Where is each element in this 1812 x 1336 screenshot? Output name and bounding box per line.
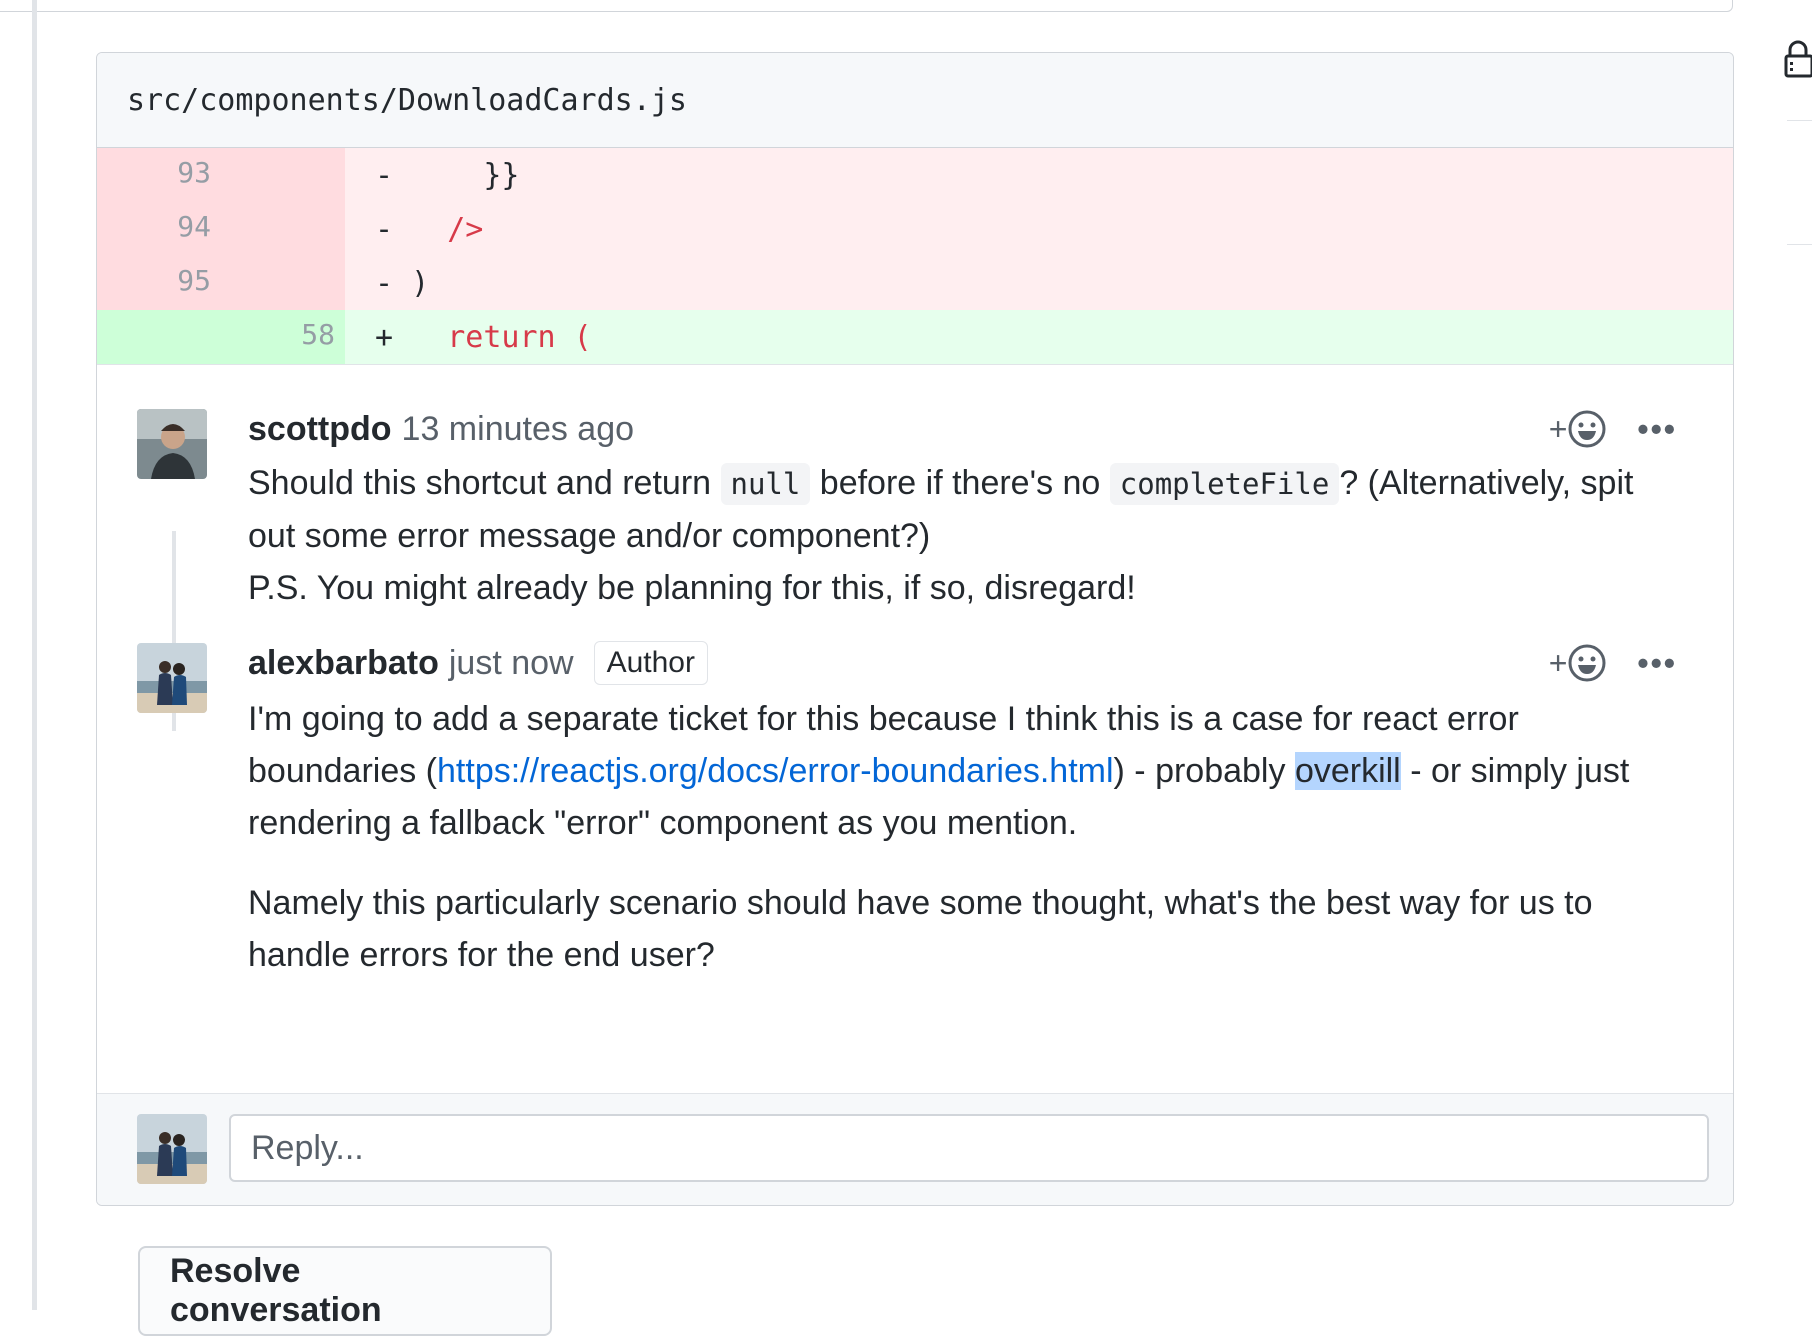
comment-body: I'm going to add a separate ticket for t… xyxy=(248,693,1668,981)
comment-actions: + ••• xyxy=(1549,643,1677,683)
comment-timestamp[interactable]: 13 minutes ago xyxy=(402,410,635,449)
comment-body: Should this shortcut and return null bef… xyxy=(248,457,1668,614)
selected-text: overkill xyxy=(1294,752,1401,790)
comment-paragraph: P.S. You might already be planning for t… xyxy=(248,569,1136,607)
review-thread: src/components/DownloadCards.js 93 - }} … xyxy=(96,52,1734,1206)
reply-input[interactable] xyxy=(229,1114,1709,1182)
diff-sign: - xyxy=(375,211,394,247)
code-line: - /> xyxy=(345,212,483,247)
comment-paragraph: I'm going to add a separate ticket for t… xyxy=(248,693,1668,849)
text: before if there's no xyxy=(810,464,1110,502)
diff-row-addition: 58 + return ( xyxy=(97,310,1733,364)
comment-author[interactable]: alexbarbato xyxy=(248,644,439,683)
code-text: /> xyxy=(411,211,484,247)
diff-row-deletion: 93 - }} xyxy=(97,148,1733,202)
text: Should this shortcut and return xyxy=(248,464,721,502)
smiley-icon xyxy=(1568,644,1606,682)
avatar[interactable] xyxy=(137,409,207,479)
comment-paragraph: Should this shortcut and return null bef… xyxy=(248,457,1668,562)
code-line: - }} xyxy=(345,158,520,193)
file-path-header[interactable]: src/components/DownloadCards.js xyxy=(97,53,1733,148)
avatar[interactable] xyxy=(137,643,207,713)
comment-timestamp[interactable]: just now xyxy=(449,644,574,683)
comment-actions: + ••• xyxy=(1549,409,1677,449)
previous-panel-edge xyxy=(0,0,1733,12)
docs-link[interactable]: https://reactjs.org/docs/error-boundarie… xyxy=(437,752,1114,790)
inline-code: completeFile xyxy=(1109,463,1340,505)
kebab-horizontal-icon[interactable]: ••• xyxy=(1637,411,1677,448)
code-text: }} xyxy=(411,157,520,193)
diff-sign: - xyxy=(375,265,394,301)
comment-header: scottpdo 13 minutes ago xyxy=(248,409,634,449)
code-line: - ) xyxy=(345,266,429,301)
plus-sign: + xyxy=(1548,410,1568,447)
lock-icon xyxy=(1784,40,1812,78)
old-line-number[interactable] xyxy=(97,310,221,364)
plus-sign: + xyxy=(1548,644,1568,681)
smiley-icon xyxy=(1568,410,1606,448)
diff-table: 93 - }} 94 - /> 95 - ) 58 + return ( xyxy=(97,148,1733,365)
timeline-line xyxy=(32,0,37,1310)
new-line-number[interactable] xyxy=(221,256,345,310)
old-line-number[interactable]: 95 xyxy=(97,256,221,310)
reply-bar xyxy=(97,1093,1733,1205)
diff-sign: - xyxy=(375,157,394,193)
code-text: ) xyxy=(411,265,430,301)
new-line-number[interactable] xyxy=(221,202,345,256)
new-line-number[interactable]: 58 xyxy=(221,310,345,364)
diff-row-deletion: 95 - ) xyxy=(97,256,1733,310)
diff-row-deletion: 94 - /> xyxy=(97,202,1733,256)
old-line-number[interactable]: 93 xyxy=(97,148,221,202)
comment-header: alexbarbato just now Author xyxy=(248,641,708,685)
old-line-number[interactable]: 94 xyxy=(97,202,221,256)
comment-author[interactable]: scottpdo xyxy=(248,410,392,449)
sidebar-divider xyxy=(1787,120,1812,121)
comment-paragraph: Namely this particularly scenario should… xyxy=(248,884,1593,974)
current-user-avatar[interactable] xyxy=(137,1114,207,1184)
file-path[interactable]: src/components/DownloadCards.js xyxy=(127,83,687,118)
code-text: return ( xyxy=(411,319,592,355)
text: ) - probably xyxy=(1113,752,1295,790)
add-reaction-button[interactable]: + xyxy=(1549,409,1608,449)
add-reaction-button[interactable]: + xyxy=(1549,643,1608,683)
code-line: + return ( xyxy=(345,320,592,355)
sidebar-divider xyxy=(1787,244,1812,245)
resolve-conversation-button[interactable]: Resolve conversation xyxy=(138,1246,552,1336)
kebab-horizontal-icon[interactable]: ••• xyxy=(1637,645,1677,682)
diff-sign: + xyxy=(375,319,394,355)
author-badge: Author xyxy=(593,641,708,685)
inline-code: null xyxy=(720,463,811,505)
new-line-number[interactable] xyxy=(221,148,345,202)
